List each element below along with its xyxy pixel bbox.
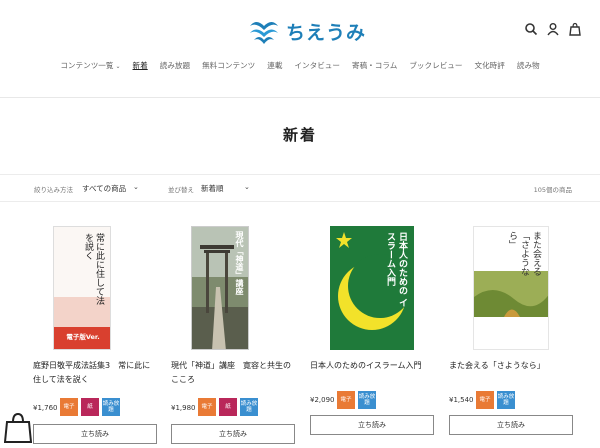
book-cover[interactable]: 日本人のための イスラーム入門 — [330, 226, 414, 350]
product-price: ¥1,980 — [171, 404, 196, 412]
chevron-down-icon: ⌄ — [133, 183, 139, 191]
sort-label: 並び替え — [168, 186, 194, 194]
product-price: ¥1,760 — [33, 404, 58, 412]
preview-button[interactable]: 立ち読み — [310, 415, 434, 435]
product-title[interactable]: また会える「さようなら」 — [449, 359, 573, 373]
site-header: ちえうみ コンテンツ一覧 ⌄ 新着 読み放題 無料コンテンツ 連載 インタビュー … — [0, 0, 600, 98]
sort-select[interactable]: 新着順 — [201, 183, 224, 194]
badge-digital: 電子 — [198, 398, 216, 416]
cover-title: 日本人のための イスラーム入門 — [385, 232, 407, 308]
product-price: ¥2,090 — [310, 396, 335, 404]
product-title[interactable]: 日本人のためのイスラーム入門 — [310, 359, 434, 373]
cover-title: 常に此に住して法を説く — [83, 233, 104, 305]
book-cover[interactable]: 常に此に住して法を説く 電子版Ver. — [53, 226, 111, 350]
product-title[interactable]: 庭野日敬平成法話集3 常に此に住して法を説く — [33, 359, 157, 387]
preview-button[interactable]: 立ち読み — [171, 424, 295, 444]
badge-unlimited: 読み放題 — [358, 391, 376, 409]
nav-item-book-review[interactable]: ブックレビュー — [409, 60, 462, 71]
cart-icon[interactable] — [568, 22, 582, 36]
search-icon[interactable] — [524, 22, 538, 36]
shopping-bag-icon[interactable] — [4, 411, 32, 443]
cover-title: 現代「神道」講座 — [235, 231, 244, 295]
page-title: 新着 — [282, 126, 317, 144]
site-logo[interactable]: ちえうみ — [248, 14, 366, 48]
badge-unlimited: 読み放題 — [240, 398, 258, 416]
account-icon[interactable] — [546, 22, 560, 36]
badge-paper: 紙 — [81, 398, 99, 416]
nav-item-new[interactable]: 新着 — [133, 60, 148, 71]
nav-item-contents[interactable]: コンテンツ一覧 ⌄ — [60, 60, 120, 71]
badge-digital: 電子 — [60, 398, 78, 416]
nav-item-culture[interactable]: 文化時評 — [475, 60, 505, 71]
book-cover[interactable]: 現代「神道」講座 — [191, 226, 249, 350]
preview-button[interactable]: 立ち読み — [449, 415, 573, 435]
cover-band-text: 電子版Ver. — [66, 333, 100, 341]
product-title[interactable]: 現代「神道」講座 寛容と共生のこころ — [171, 359, 295, 387]
nav-item-free[interactable]: 無料コンテンツ — [202, 60, 255, 71]
chevron-down-icon: ⌄ — [115, 63, 121, 70]
nav-item-interview[interactable]: インタビュー — [294, 60, 340, 71]
nav-item-reading[interactable]: 読み物 — [517, 60, 540, 71]
chevron-down-icon: ⌄ — [244, 183, 250, 191]
wave-logo-icon — [250, 22, 278, 44]
main-nav: コンテンツ一覧 ⌄ 新着 読み放題 無料コンテンツ 連載 インタビュー 寄稿・コラ… — [0, 60, 600, 71]
product-price: ¥1,540 — [449, 396, 474, 404]
logo-text: ちえうみ — [286, 21, 367, 44]
badge-digital: 電子 — [337, 391, 355, 409]
nav-item-unlimited[interactable]: 読み放題 — [160, 60, 190, 71]
filter-label: 絞り込み方法 — [34, 186, 73, 194]
product-count: 105個の商品 — [533, 186, 572, 194]
nav-item-column[interactable]: 寄稿・コラム — [352, 60, 397, 71]
badge-paper: 紙 — [219, 398, 237, 416]
filter-select[interactable]: すべての商品 — [82, 183, 126, 194]
cover-title: また会える「さようなら」 — [507, 231, 541, 276]
preview-button[interactable]: 立ち読み — [33, 424, 157, 444]
badge-unlimited: 読み放題 — [102, 398, 120, 416]
filter-bar: 絞り込み方法 すべての商品 ⌄ 並び替え 新着順 ⌄ 105個の商品 — [0, 174, 600, 202]
badge-digital: 電子 — [476, 391, 494, 409]
book-cover[interactable]: また会える「さようなら」 — [473, 226, 549, 350]
badge-unlimited: 読み放題 — [497, 391, 515, 409]
nav-item-serial[interactable]: 連載 — [267, 60, 282, 71]
